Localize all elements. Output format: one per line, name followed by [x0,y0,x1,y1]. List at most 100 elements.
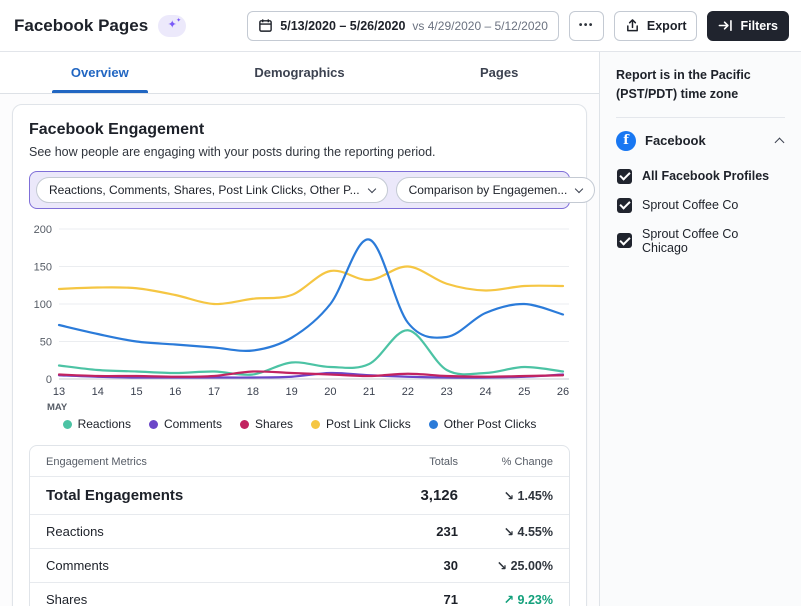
date-range-comparison: vs 4/29/2020 – 5/12/2020 [412,19,547,33]
tab-bar: OverviewDemographicsPages [0,52,599,94]
legend-label: Reactions [78,417,131,431]
calendar-icon [258,18,273,33]
metric-total: 231 [348,524,458,539]
svg-text:17: 17 [208,386,220,398]
svg-text:18: 18 [247,386,259,398]
page-title: Facebook Pages [14,16,148,36]
chevron-down-icon [575,184,583,192]
topbar-actions: 5/13/2020 – 5/26/2020 vs 4/29/2020 – 5/1… [247,11,789,41]
sparkle-badge[interactable]: ✦ ✦ [158,15,186,37]
table-row[interactable]: Comments30↘ 25.00% [30,549,569,583]
app-root: Facebook Pages ✦ ✦ 5/13/2020 – 5/26/2020… [0,0,801,606]
legend-label: Other Post Clicks [444,417,537,431]
timezone-note: Report is in the Pacific (PST/PDT) time … [616,66,785,118]
metric-total: 30 [348,558,458,573]
legend-label: Post Link Clicks [326,417,411,431]
legend-item-reactions[interactable]: Reactions [63,417,131,431]
network-label: Facebook [645,133,706,148]
metric-name: Reactions [46,524,348,539]
svg-text:MAY: MAY [47,402,68,413]
profile-label: Sprout Coffee Co [642,198,738,212]
chart-filter-bar: Reactions, Comments, Shares, Post Link C… [29,171,570,209]
change-down-value: ↘ 4.55% [458,524,553,539]
main-panel: OverviewDemographicsPages Facebook Engag… [0,52,600,606]
svg-text:200: 200 [34,224,52,236]
content-area: OverviewDemographicsPages Facebook Engag… [0,52,801,606]
svg-text:24: 24 [479,386,491,398]
change-down-value: ↘ 25.00% [458,558,553,573]
profile-checkbox-checked[interactable] [617,198,632,213]
svg-text:25: 25 [518,386,530,398]
metric-name: Comments [46,558,348,573]
svg-text:22: 22 [402,386,414,398]
profile-item-all-facebook-profiles[interactable]: All Facebook Profiles [616,162,785,191]
svg-text:20: 20 [324,386,336,398]
profile-item-sprout-coffee-co-chicago[interactable]: Sprout Coffee Co Chicago [616,220,785,262]
export-button[interactable]: Export [614,11,698,41]
svg-text:13: 13 [53,386,65,398]
chevron-down-icon [367,184,375,192]
filters-icon [718,18,733,33]
legend-dot [149,420,158,429]
svg-text:100: 100 [34,299,52,311]
svg-text:0: 0 [46,374,52,386]
facebook-icon: f [616,131,636,151]
profile-checkbox-checked[interactable] [617,233,632,248]
table-header-row: Engagement Metrics Totals % Change [30,446,569,477]
metric-total: 71 [348,592,458,606]
metrics-select[interactable]: Reactions, Comments, Shares, Post Link C… [36,177,388,203]
legend-dot [311,420,320,429]
svg-text:50: 50 [40,337,52,349]
date-range-primary: 5/13/2020 – 5/26/2020 [280,19,405,33]
svg-text:26: 26 [557,386,569,398]
profile-list: All Facebook Profiles Sprout Coffee Co Spr… [616,162,785,262]
metric-name: Total Engagements [46,487,348,504]
change-down-value: ↘ 1.45% [458,488,553,503]
filters-sidebar: Report is in the Pacific (PST/PDT) time … [600,52,801,606]
top-header: Facebook Pages ✦ ✦ 5/13/2020 – 5/26/2020… [0,0,801,52]
svg-text:19: 19 [285,386,297,398]
legend-item-comments[interactable]: Comments [149,417,222,431]
more-options-button[interactable]: ••• [569,11,604,41]
profile-label: Sprout Coffee Co Chicago [642,227,785,255]
tab-pages[interactable]: Pages [399,52,599,93]
svg-text:15: 15 [130,386,142,398]
legend-item-shares[interactable]: Shares [240,417,293,431]
legend-item-post-link-clicks[interactable]: Post Link Clicks [311,417,411,431]
sparkle-small-icon: ✦ [176,18,181,24]
legend-dot [429,420,438,429]
export-label: Export [647,19,687,33]
change-up-value: ↗ 9.23% [458,592,553,606]
table-row[interactable]: Reactions231↘ 4.55% [30,515,569,549]
profile-label: All Facebook Profiles [642,169,769,183]
engagement-metrics-table: Engagement Metrics Totals % Change Total… [29,445,570,606]
table-row[interactable]: Shares71↗ 9.23% [30,583,569,606]
filters-button[interactable]: Filters [707,11,789,41]
date-range-button[interactable]: 5/13/2020 – 5/26/2020 vs 4/29/2020 – 5/1… [247,11,559,41]
engagement-card: Facebook Engagement See how people are e… [12,104,587,606]
facebook-section-header[interactable]: f Facebook [616,118,785,162]
legend-label: Comments [164,417,222,431]
profile-checkbox-checked[interactable] [617,169,632,184]
tab-demographics[interactable]: Demographics [200,52,400,93]
legend-item-other-post-clicks[interactable]: Other Post Clicks [429,417,537,431]
engagement-line-chart: 0501001502001314151617181920212223242526… [29,217,573,417]
svg-text:14: 14 [92,386,104,398]
svg-text:150: 150 [34,262,52,274]
metric-name: Shares [46,592,348,606]
comparison-select-value: Comparison by Engagemen... [409,183,568,197]
table-row[interactable]: Total Engagements3,126↘ 1.45% [30,477,569,515]
table-header-change: % Change [458,456,553,468]
table-header-totals: Totals [348,456,458,468]
filters-label: Filters [740,19,778,33]
legend-label: Shares [255,417,293,431]
export-icon [625,18,640,33]
comparison-select[interactable]: Comparison by Engagemen... [396,177,596,203]
legend-dot [63,420,72,429]
title-wrap: Facebook Pages ✦ ✦ [14,15,186,37]
metrics-select-value: Reactions, Comments, Shares, Post Link C… [49,183,360,197]
profile-item-sprout-coffee-co[interactable]: Sprout Coffee Co [616,191,785,220]
tab-overview[interactable]: Overview [0,52,200,93]
chart-legend: Reactions Comments Shares Post Link Clicks O… [29,417,570,431]
svg-text:23: 23 [441,386,453,398]
